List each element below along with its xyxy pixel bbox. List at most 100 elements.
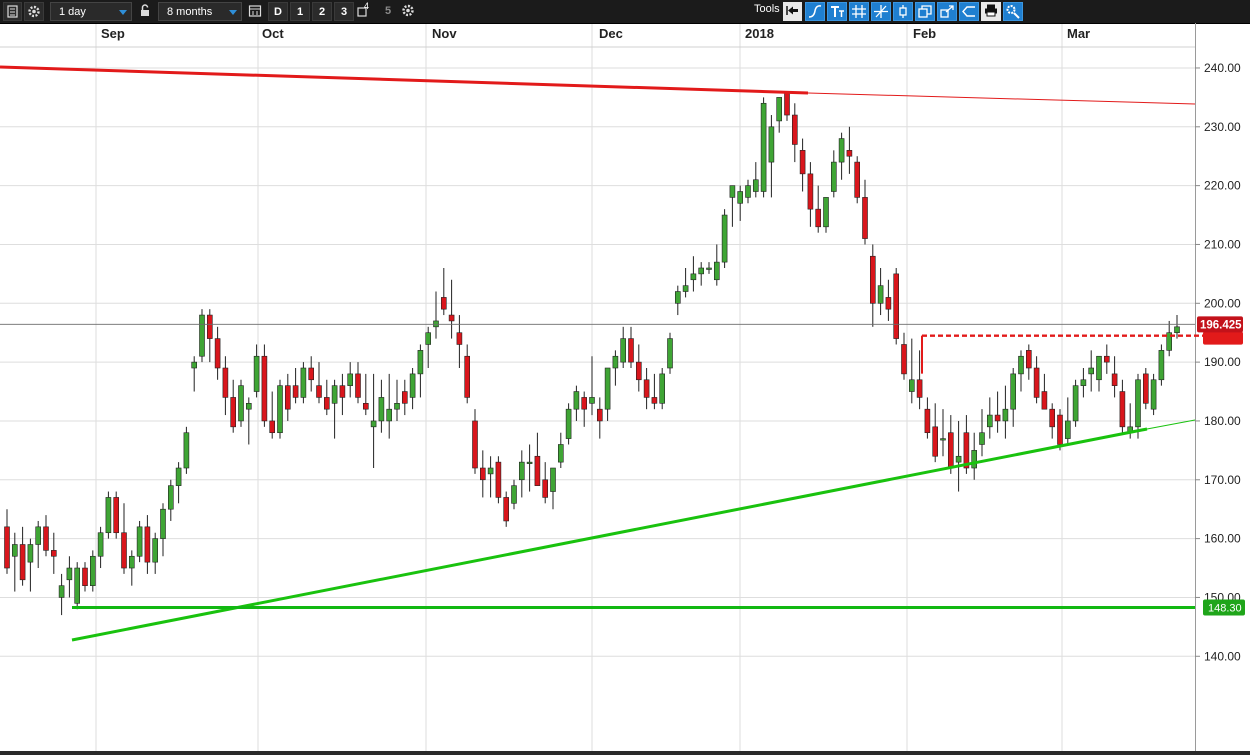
candle-down [643,379,650,398]
candle-down [596,408,603,422]
y-tick-label: 160.00 [1204,532,1241,546]
candle-down [323,397,330,410]
candle-up [589,397,595,404]
scroll-bar[interactable] [0,751,1250,755]
candle-up [659,373,666,404]
price-chart: 140.00150.00160.00170.00180.00190.00200.… [0,24,1245,751]
candle-down [542,479,549,498]
candle-down [791,114,798,145]
candle-up [1088,367,1094,375]
candle-up [940,438,946,441]
candle-up [129,555,135,569]
candle-up [620,338,627,363]
candle-down [815,208,822,228]
candle-up [74,567,80,604]
dashed-level-tag [1203,331,1243,345]
candle-up [955,455,962,463]
candle-up [979,432,985,445]
candle-up [175,467,182,486]
y-tick-label: 140.00 [1204,649,1241,663]
candle-up [417,350,424,375]
candle-up [518,461,525,481]
candle-up [199,314,205,357]
candle-down [1119,391,1126,428]
candle-down [222,367,229,398]
candle-down [479,467,486,481]
candle-up [706,267,712,270]
candle-up [565,408,572,439]
candle-up [66,567,73,581]
candle-up [604,367,611,410]
resistance-trendline-ext [807,92,1196,105]
candle-down [495,461,502,498]
candle-up [737,191,744,204]
candle-up [1002,408,1009,422]
candle-down [50,550,57,557]
candle-up [152,538,158,563]
candle-down [651,397,658,404]
candle-down [308,367,315,381]
candle-down [448,314,455,322]
candle-up [160,508,166,539]
candle-down [261,355,268,422]
candle-down [534,455,541,486]
candle-down [401,391,408,404]
candle-up [1135,379,1141,428]
candle-up [776,97,783,122]
candle-up [690,273,697,281]
candle-up [183,432,190,469]
candle-up [1158,350,1165,381]
candle-up [105,497,112,534]
candle-up [97,532,104,557]
candle-up [1080,379,1087,386]
candle-up [347,373,354,386]
candle-down [269,420,276,434]
candle-up [253,355,260,392]
candle-up [721,214,728,263]
candle-down [339,385,346,398]
candle-down [207,314,213,339]
candle-up [1150,379,1157,410]
candle-down [924,408,931,434]
candle-up [386,408,393,422]
candle-down [456,332,463,345]
candle-down [1104,355,1110,363]
candle-down [1057,414,1063,445]
y-tick-label: 210.00 [1204,237,1241,251]
candle-up [409,373,416,398]
candle-up [573,391,580,410]
candle-down [503,497,510,522]
candle-up [713,261,720,281]
candle-up [487,467,494,475]
candle-down [635,361,642,381]
candle-down [932,426,939,457]
candle-down [121,532,127,569]
candle-up [370,420,377,428]
candle-down [799,150,806,175]
candle-down [362,403,369,410]
candle-up [300,367,307,398]
candle-up [433,320,439,328]
candle-up [698,267,705,275]
candle-up [877,285,884,304]
candle-up [526,461,533,464]
candle-down [784,91,790,116]
candle-up [1010,373,1017,410]
candle-up [550,467,556,492]
candle-down [82,567,88,586]
candle-up [394,403,400,410]
candle-up [1096,355,1102,381]
candle-down [901,344,907,375]
candle-down [19,544,26,581]
candle-up [191,361,197,369]
candle-down [214,338,221,369]
candle-down [846,150,853,157]
candle-up [557,444,564,463]
candle-down [355,373,361,398]
candle-up [27,544,34,563]
candle-up [277,385,283,434]
candle-up [136,526,143,557]
candle-down [144,526,151,563]
candle-up [168,485,174,510]
candle-up [378,397,385,422]
